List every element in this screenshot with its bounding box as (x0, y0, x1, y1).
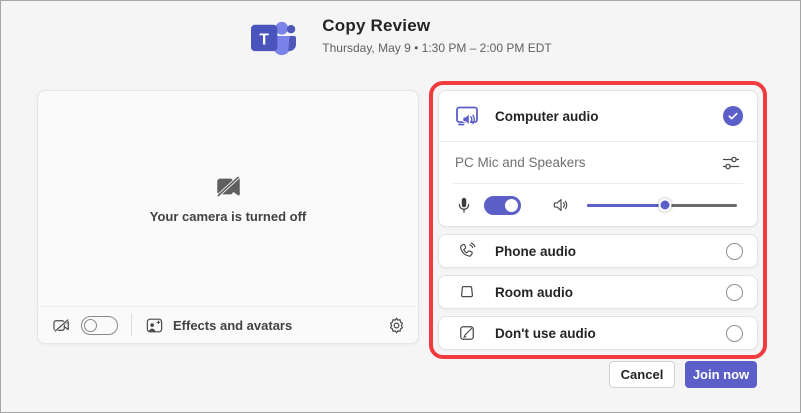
volume-slider-fill (587, 204, 665, 207)
no-audio-label: Don't use audio (495, 326, 596, 341)
effects-avatars-icon (145, 316, 164, 335)
volume-slider-thumb[interactable] (659, 199, 672, 212)
audio-device-name: PC Mic and Speakers (455, 155, 586, 170)
audio-device-row: PC Mic and Speakers (439, 142, 757, 183)
no-audio-icon (457, 323, 477, 343)
meeting-title: Copy Review (322, 16, 551, 36)
audio-option-radio[interactable] (726, 284, 743, 301)
effects-and-avatars-button[interactable]: Effects and avatars (145, 316, 292, 335)
meeting-header: T Copy Review Thursday, May 9 • 1:30 PM … (1, 16, 800, 59)
camera-toggle[interactable] (81, 316, 118, 335)
camera-preview-area: Your camera is turned off (38, 91, 418, 306)
camera-toggle-knob (84, 319, 97, 332)
cancel-button[interactable]: Cancel (609, 361, 675, 388)
camera-status-text: Your camera is turned off (150, 209, 307, 224)
teams-logo-icon: T (249, 16, 296, 59)
computer-audio-icon (453, 102, 481, 130)
camera-off-small-icon (52, 316, 71, 335)
speaker-icon (551, 195, 571, 215)
footer-actions: Cancel Join now (609, 361, 757, 388)
mic-volume-controls (439, 184, 757, 226)
effects-and-avatars-label: Effects and avatars (173, 318, 292, 333)
svg-text:T: T (260, 31, 270, 48)
camera-off-icon (215, 173, 242, 200)
computer-audio-label: Computer audio (495, 109, 599, 124)
mic-toggle[interactable] (484, 196, 521, 215)
computer-audio-check (723, 106, 743, 126)
volume-slider[interactable] (587, 198, 737, 212)
device-settings-icon[interactable] (721, 153, 741, 173)
audio-option-radio[interactable] (726, 325, 743, 342)
camera-controls-bar: Effects and avatars (38, 306, 418, 343)
room-audio-label: Room audio (495, 285, 573, 300)
phone-audio-option[interactable]: Phone audio (438, 234, 758, 268)
meeting-schedule: Thursday, May 9 • 1:30 PM – 2:00 PM EDT (322, 41, 551, 55)
camera-preview-panel: Your camera is turned off Effects and av… (37, 90, 419, 344)
no-audio-option[interactable]: Don't use audio (438, 316, 758, 350)
phone-audio-icon (457, 241, 477, 261)
computer-audio-option[interactable]: Computer audio (439, 91, 757, 141)
annotation-highlight: Computer audio PC Mic and Speakers (429, 81, 767, 359)
room-audio-option[interactable]: Room audio (438, 275, 758, 309)
computer-audio-card: Computer audio PC Mic and Speakers (438, 90, 758, 227)
settings-gear-icon[interactable] (387, 316, 406, 335)
join-now-button[interactable]: Join now (685, 361, 757, 388)
pre-join-window: T Copy Review Thursday, May 9 • 1:30 PM … (0, 0, 801, 413)
checkmark-icon (727, 110, 739, 122)
phone-audio-label: Phone audio (495, 244, 576, 259)
mic-icon (455, 196, 473, 214)
mic-toggle-knob (505, 199, 518, 212)
audio-option-radio[interactable] (726, 243, 743, 260)
bar-divider (131, 314, 132, 336)
room-audio-icon (457, 282, 477, 302)
